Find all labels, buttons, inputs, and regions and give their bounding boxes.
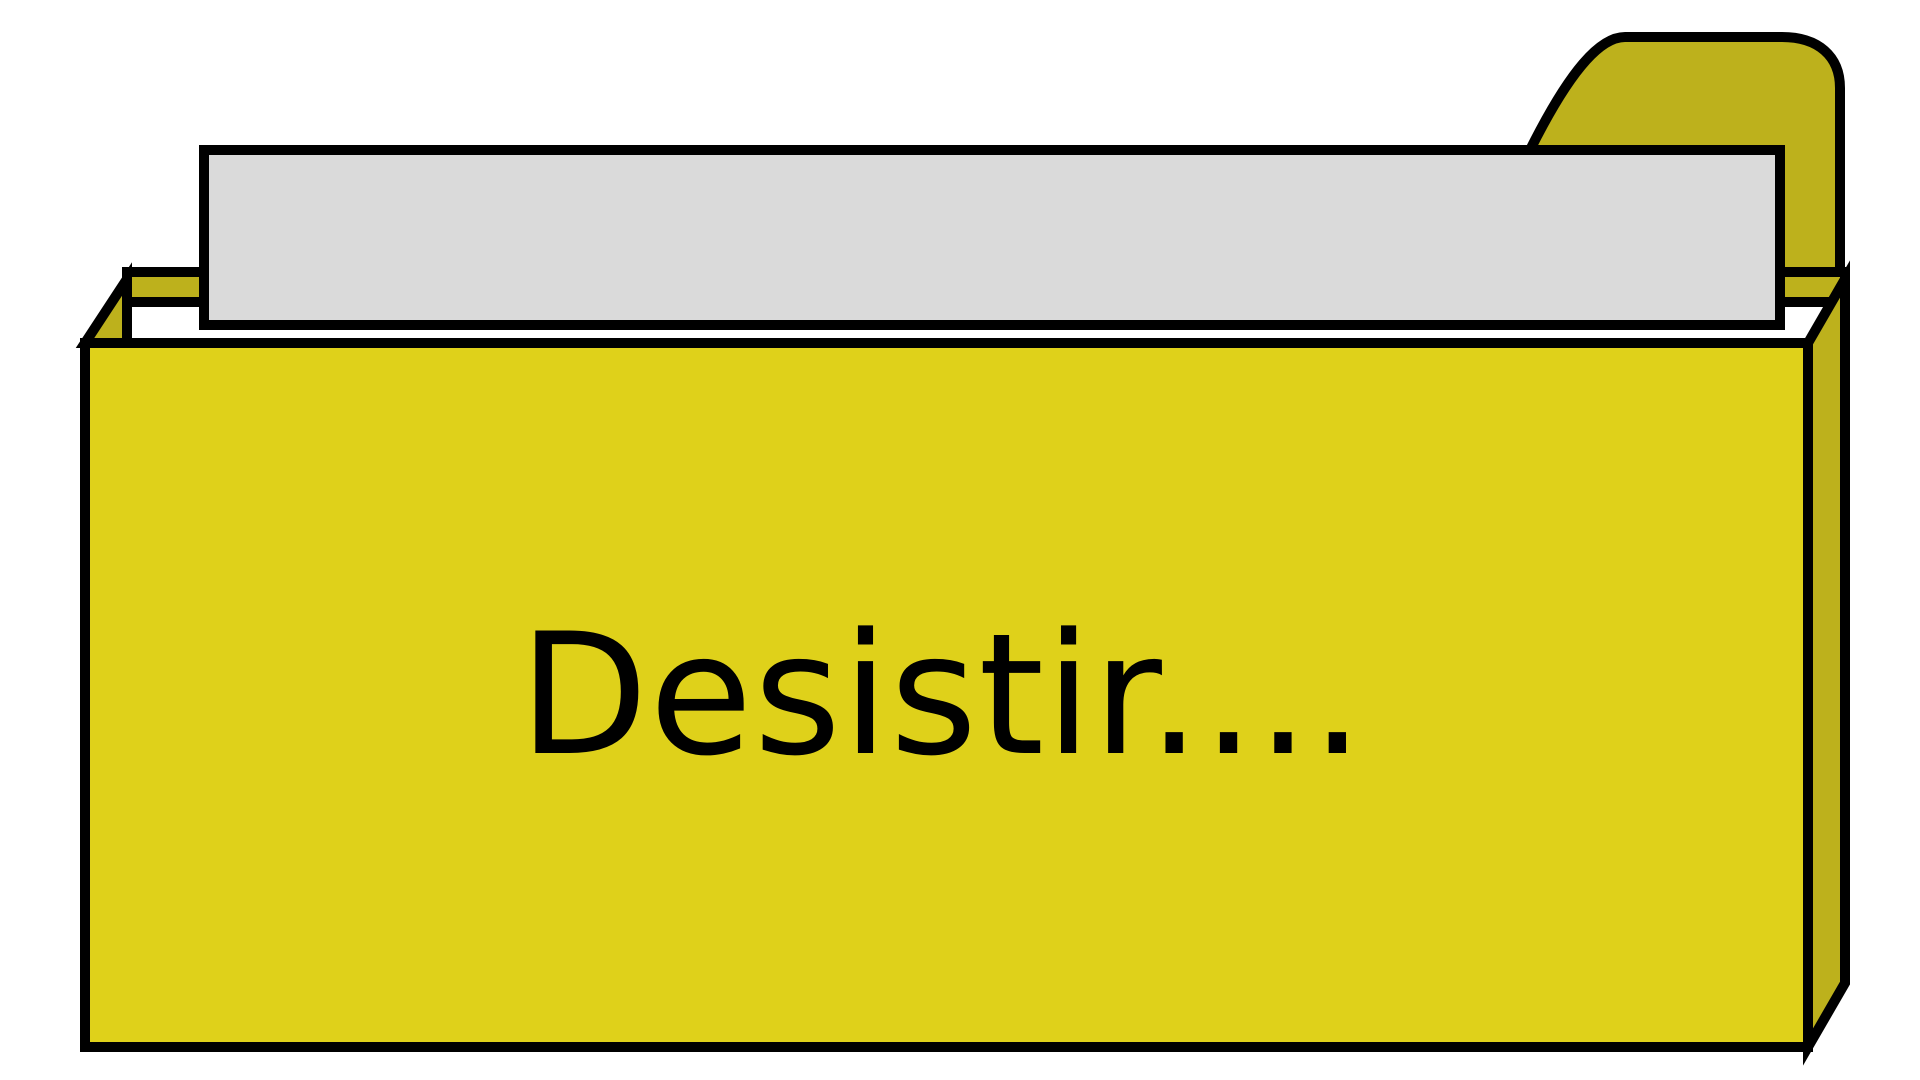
folder-right-side bbox=[1803, 260, 1850, 1066]
paper-sheet bbox=[199, 145, 1785, 330]
folder-left-bevel bbox=[75, 262, 132, 348]
folder-illustration: Desistir.... bbox=[0, 0, 1920, 1080]
folder-label: Desistir.... bbox=[518, 597, 1366, 793]
